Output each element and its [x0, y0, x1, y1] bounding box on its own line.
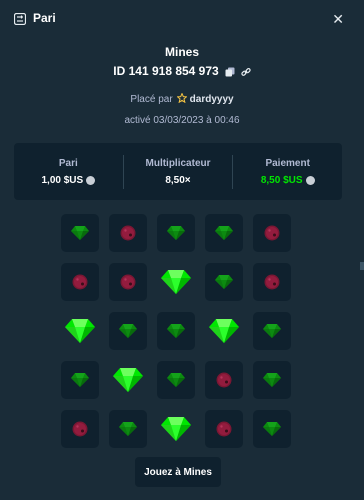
- placed-by-label: Placé par: [130, 94, 173, 105]
- bet-amount: 1,00 $US: [41, 174, 96, 186]
- gem-icon: [167, 226, 185, 240]
- gem-icon: [113, 368, 143, 392]
- link-icon[interactable]: [241, 66, 251, 76]
- activated-timestamp: activé 03/03/2023 à 00:46: [124, 115, 240, 126]
- grid-tile: [61, 361, 99, 399]
- grid-tile: [109, 214, 147, 252]
- mines-grid: [61, 214, 295, 448]
- grid-tile: [109, 361, 147, 399]
- gem-icon: [119, 324, 137, 338]
- bet-id: ID 141 918 854 973: [113, 64, 219, 78]
- play-mines-button[interactable]: Jouez à Mines: [135, 457, 221, 487]
- gem-icon: [119, 422, 137, 436]
- currency-icon: [305, 175, 315, 185]
- mine-icon: [215, 420, 233, 438]
- grid-tile: [253, 312, 291, 350]
- grid-tile: [157, 361, 195, 399]
- mine-icon: [215, 371, 233, 389]
- mine-icon: [119, 273, 137, 291]
- multiplier-label: Multiplicateur: [145, 157, 211, 169]
- bet-id-row: ID 141 918 854 973: [0, 64, 364, 78]
- summary-payout: Paiement 8,50 $US: [232, 154, 342, 189]
- gem-icon: [167, 324, 185, 338]
- mine-icon: [71, 273, 89, 291]
- copy-icon[interactable]: [225, 66, 235, 77]
- payout-label: Paiement: [265, 157, 310, 169]
- scrollbar[interactable]: [360, 262, 364, 270]
- grid-tile: [61, 214, 99, 252]
- payout-amount: 8,50 $US: [261, 175, 315, 186]
- close-icon[interactable]: ✕: [332, 11, 344, 28]
- bet-slip-icon: [13, 12, 27, 26]
- grid-tile: [253, 410, 291, 448]
- grid-tile: [109, 410, 147, 448]
- bet-label: Pari: [58, 157, 78, 169]
- grid-tile: [61, 263, 99, 301]
- grid-tile: [157, 214, 195, 252]
- gem-icon: [263, 324, 281, 338]
- gem-icon: [161, 417, 191, 441]
- gem-icon: [263, 373, 281, 387]
- gem-icon: [71, 373, 89, 387]
- grid-tile: [205, 214, 243, 252]
- currency-icon: [86, 175, 96, 185]
- grid-tile: [157, 263, 195, 301]
- gem-icon: [167, 373, 185, 387]
- grid-tile: [157, 410, 195, 448]
- grid-tile: [109, 263, 147, 301]
- gem-icon: [215, 275, 233, 289]
- gem-icon: [161, 270, 191, 294]
- username[interactable]: dardyyyy: [190, 94, 234, 105]
- mine-icon: [71, 420, 89, 438]
- gem-icon: [65, 319, 95, 343]
- modal-title: Pari: [33, 11, 56, 25]
- mine-icon: [263, 224, 281, 242]
- gem-icon: [209, 319, 239, 343]
- bet-summary: Pari 1,00 $US Multiplicateur 8,50× Paiem…: [14, 143, 342, 200]
- grid-tile: [157, 312, 195, 350]
- gem-icon: [215, 226, 233, 240]
- summary-bet: Pari 1,00 $US: [14, 155, 123, 189]
- grid-tile: [205, 410, 243, 448]
- modal-header: Pari ✕: [0, 0, 364, 36]
- mine-icon: [263, 273, 281, 291]
- game-name[interactable]: Mines: [0, 45, 364, 59]
- grid-tile: [61, 312, 99, 350]
- grid-tile: [253, 263, 291, 301]
- grid-tile: [61, 410, 99, 448]
- gem-icon: [71, 226, 89, 240]
- placed-by-row: Placé par dardyyyy: [0, 92, 364, 106]
- vip-star-icon: [175, 92, 188, 106]
- grid-tile: [205, 312, 243, 350]
- multiplier-value: 8,50×: [165, 174, 191, 186]
- grid-tile: [205, 263, 243, 301]
- payout-value: 8,50 $US: [260, 174, 303, 186]
- grid-tile: [109, 312, 147, 350]
- grid-tile: [253, 361, 291, 399]
- grid-tile: [205, 361, 243, 399]
- gem-icon: [263, 422, 281, 436]
- bet-value: 1,00 $US: [41, 174, 84, 186]
- mine-icon: [119, 224, 137, 242]
- summary-multiplier: Multiplicateur 8,50×: [122, 154, 233, 189]
- grid-tile: [253, 214, 291, 252]
